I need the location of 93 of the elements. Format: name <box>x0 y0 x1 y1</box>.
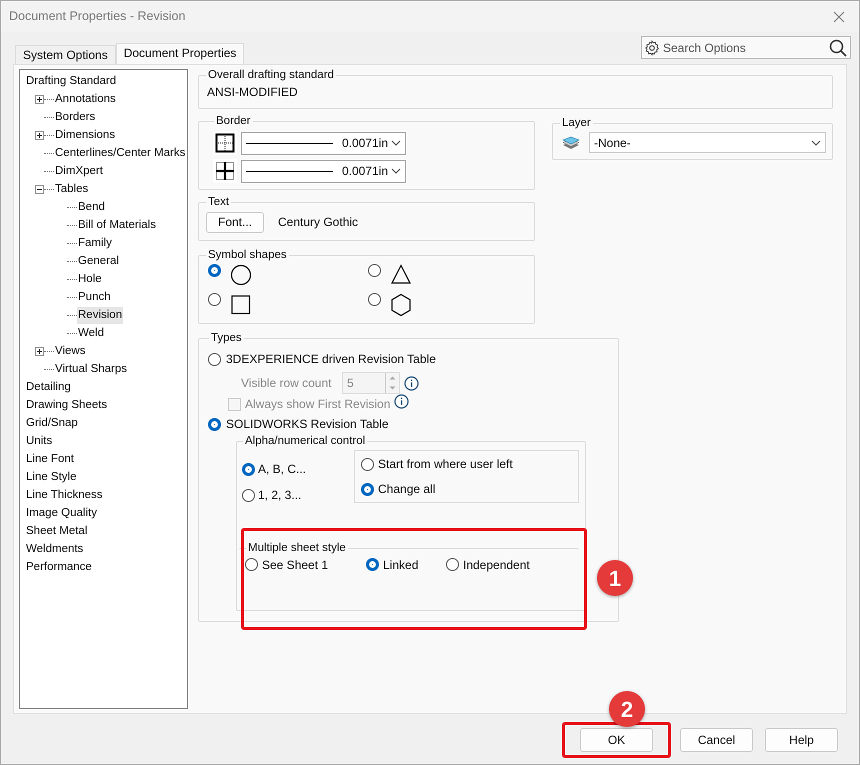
tree-item[interactable]: Punch <box>77 288 112 306</box>
border-style-icon <box>213 131 237 156</box>
tree-item[interactable]: Weldments <box>25 540 84 558</box>
radio-button[interactable] <box>242 488 255 502</box>
group-title: Layer <box>561 116 592 131</box>
radio-button[interactable] <box>242 462 255 476</box>
radio-button[interactable] <box>208 418 221 430</box>
font-button[interactable]: Font... <box>206 212 264 232</box>
tree-item[interactable]: Annotations <box>54 90 117 108</box>
tab[interactable]: System Options <box>15 45 116 64</box>
radio-label: See Sheet 1 <box>262 556 328 574</box>
collapse-icon[interactable] <box>35 184 44 194</box>
tree-item[interactable]: Family <box>77 234 113 252</box>
group-title: Types <box>210 330 243 346</box>
radio-label: 3DEXPERIENCE driven Revision Table <box>226 351 436 368</box>
tree-item[interactable]: Image Quality <box>25 504 98 522</box>
group-title: Multiple sheet style <box>247 541 347 556</box>
tree-item[interactable]: Detailing <box>25 378 72 396</box>
expand-icon[interactable] <box>35 130 44 140</box>
group-title: Overall drafting standard <box>207 68 335 83</box>
tree-item[interactable]: Revision <box>77 306 124 324</box>
tree-item[interactable]: Dimensions <box>54 126 116 144</box>
chevron-icon <box>391 168 401 174</box>
radio-label: Start from where user left <box>378 456 513 474</box>
checkbox-label: Always show First Revision <box>245 396 390 413</box>
chevron-icon <box>811 140 821 146</box>
radio-label: Independent <box>463 556 530 574</box>
radio-button[interactable] <box>361 482 374 496</box>
group-title: Alpha/numerical control <box>244 434 366 449</box>
tree-item[interactable]: DimXpert <box>54 162 104 180</box>
tree-item[interactable]: Hole <box>77 270 103 288</box>
tree-item[interactable]: Line Style <box>25 468 78 486</box>
radio-button[interactable] <box>366 558 379 571</box>
standard-value: ANSI-MODIFIED <box>206 84 299 102</box>
radio-button[interactable] <box>208 264 221 277</box>
layer-dropdown[interactable]: -None- <box>589 132 826 154</box>
dialog-button[interactable]: OK <box>580 728 653 752</box>
line-weight-dropdown[interactable]: 0.0071in <box>241 132 406 155</box>
tree-item[interactable]: General <box>77 252 120 270</box>
tree-item[interactable]: Bill of Materials <box>77 216 157 234</box>
tree-item[interactable]: Centerlines/Center Marks <box>54 144 186 162</box>
tree-item[interactable]: Borders <box>54 108 96 126</box>
gear-icon <box>644 40 660 56</box>
close-button[interactable] <box>831 8 847 24</box>
info-icon[interactable] <box>404 376 419 390</box>
tree-item[interactable]: Virtual Sharps <box>54 360 128 378</box>
tree-item[interactable]: Units <box>25 432 54 450</box>
radio-button[interactable] <box>368 264 381 277</box>
hexagon-icon <box>390 292 412 317</box>
line-weight-dropdown[interactable]: 0.0071in <box>241 160 406 183</box>
group-title: Symbol shapes <box>207 248 288 262</box>
group-title: Border <box>215 114 252 129</box>
radio-button[interactable] <box>368 292 381 306</box>
tab[interactable]: Document Properties <box>116 43 244 64</box>
border-style-icon <box>213 159 237 184</box>
search-field[interactable]: Search Options <box>663 38 826 56</box>
chevron-icon <box>391 140 401 146</box>
tree-item[interactable]: Performance <box>25 558 93 576</box>
radio-label: Change all <box>378 481 436 498</box>
radio-label: SOLIDWORKS Revision Table <box>226 416 389 433</box>
radio-button[interactable] <box>208 352 221 366</box>
expand-icon[interactable] <box>35 94 44 104</box>
window-title: Document Properties - Revision <box>9 8 186 26</box>
font-name: Century Gothic <box>278 214 358 231</box>
tree-item[interactable]: Drafting Standard <box>25 72 118 90</box>
radio-button[interactable] <box>245 558 258 571</box>
dialog-button[interactable]: Help <box>765 728 838 752</box>
tree-item[interactable]: Grid/Snap <box>25 414 79 432</box>
radio-label: A, B, C... <box>258 461 306 478</box>
search-bar[interactable]: Search Options <box>641 36 851 59</box>
radio-label: 1, 2, 3... <box>258 487 302 504</box>
layers-icon <box>562 136 580 150</box>
radio-label: Linked <box>383 556 418 574</box>
expand-icon[interactable] <box>35 346 44 356</box>
radio-button[interactable] <box>446 558 459 571</box>
field-label: Visible row count <box>241 375 332 392</box>
group-title: Text <box>207 195 230 210</box>
radio-button[interactable] <box>208 292 221 306</box>
info-icon[interactable] <box>394 394 410 408</box>
tree-item[interactable]: Line Thickness <box>25 486 104 504</box>
tree-item[interactable]: Views <box>54 342 86 360</box>
search-icon[interactable] <box>829 38 847 56</box>
tree-item[interactable]: Tables <box>54 180 90 198</box>
radio-button[interactable] <box>361 458 374 471</box>
tree-item[interactable]: Sheet Metal <box>25 522 88 540</box>
close-icon <box>833 10 845 22</box>
tree-item[interactable]: Drawing Sheets <box>25 396 108 414</box>
tree-item[interactable]: Bend <box>77 198 106 216</box>
dialog-button[interactable]: Cancel <box>680 728 753 752</box>
circle-icon <box>230 264 252 288</box>
square-icon <box>230 292 252 317</box>
tree-item[interactable]: Weld <box>77 324 105 342</box>
tree-item[interactable]: Line Font <box>25 450 75 468</box>
